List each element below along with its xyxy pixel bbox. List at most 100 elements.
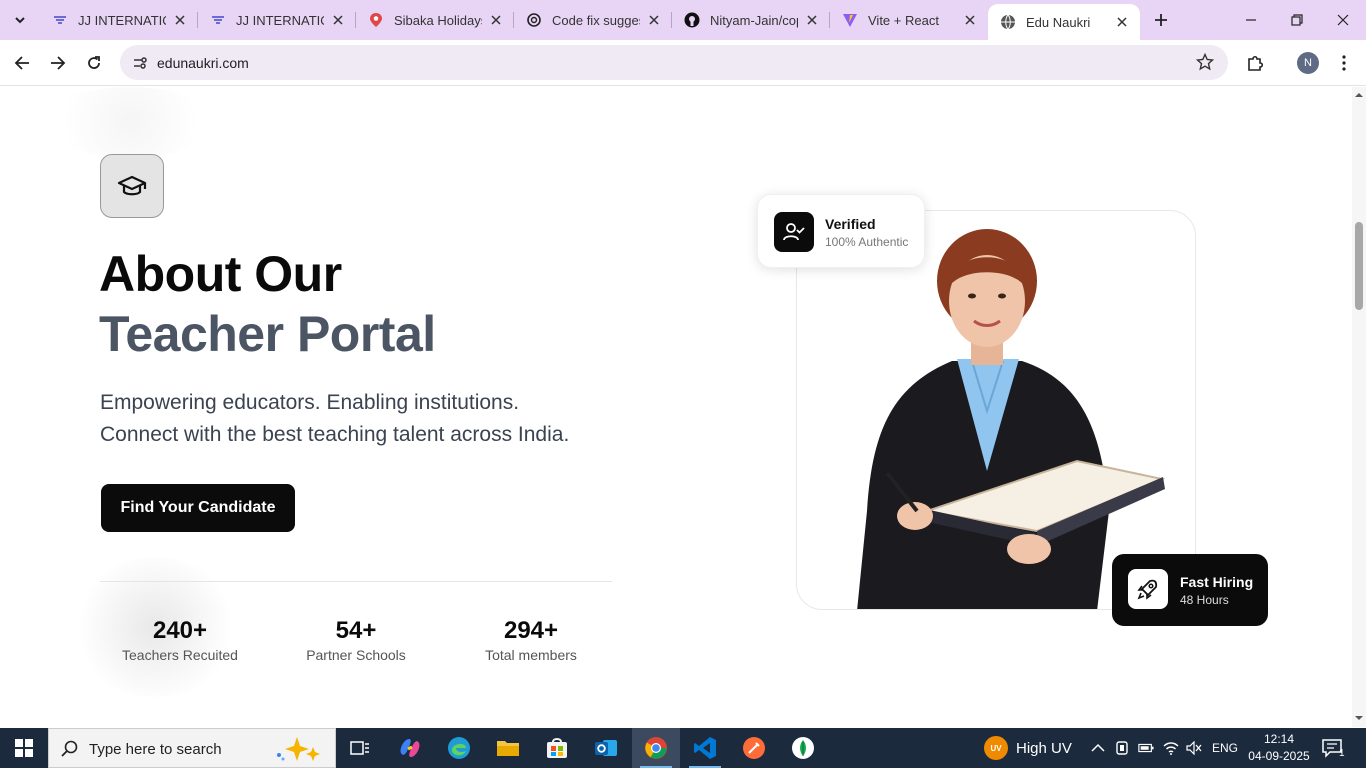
page-scrollbar[interactable] <box>1352 87 1366 727</box>
back-button[interactable] <box>8 49 36 77</box>
task-view-button[interactable] <box>336 728 384 768</box>
restore-button[interactable] <box>1274 0 1320 40</box>
scroll-up-icon[interactable] <box>1355 91 1363 99</box>
windows-taskbar: Type here to search UV High UV ENG 12:14… <box>0 728 1366 768</box>
copilot-app[interactable] <box>386 728 434 768</box>
minimize-button[interactable] <box>1228 0 1274 40</box>
browser-tab-1[interactable]: JJ INTERNATION <box>40 0 198 40</box>
browser-tab-5[interactable]: Nityam-Jain/cop <box>672 0 830 40</box>
scrollbar-thumb[interactable] <box>1355 222 1363 310</box>
browser-tab-4[interactable]: Code fix suggest <box>514 0 672 40</box>
stat-teachers: 240+ Teachers Recuited <box>110 617 250 663</box>
uv-weather-icon[interactable]: UV <box>984 736 1008 760</box>
leaf-icon <box>792 737 814 759</box>
close-icon[interactable] <box>1114 14 1130 30</box>
teacher-photo-card <box>796 210 1196 610</box>
notification-count: 1 <box>1339 748 1345 759</box>
stat-value: 54+ <box>335 617 377 644</box>
browser-tab-7-active[interactable]: Edu Naukri <box>988 4 1140 40</box>
page-description: Empowering educators. Enabling instituti… <box>100 391 570 446</box>
search-icon <box>61 740 78 757</box>
system-clock[interactable]: 12:14 04-09-2025 <box>1244 731 1314 765</box>
url-text[interactable]: edunaukri.com <box>157 55 249 71</box>
browser-tab-6[interactable]: Vite + React <box>830 0 988 40</box>
browser-tab-2[interactable]: JJ INTERNATION <box>198 0 356 40</box>
close-icon[interactable] <box>488 12 504 28</box>
volume-muted-icon[interactable] <box>1186 740 1202 756</box>
microsoft-store-app[interactable] <box>533 728 581 768</box>
profile-avatar[interactable]: N <box>1297 52 1319 74</box>
bookmark-star-icon[interactable] <box>1196 53 1214 71</box>
stat-members: 294+ Total members <box>461 617 601 663</box>
extensions-button[interactable] <box>1241 49 1269 77</box>
rocket-icon <box>1128 569 1168 609</box>
decorative-blur <box>40 87 220 157</box>
restore-icon <box>1291 14 1303 26</box>
address-bar[interactable]: edunaukri.com <box>120 45 1228 80</box>
verified-subtitle: 100% Authentic <box>825 235 909 249</box>
plus-icon <box>1155 14 1167 26</box>
browser-toolbar: edunaukri.com N <box>0 40 1366 86</box>
file-explorer-app[interactable] <box>484 728 532 768</box>
show-hidden-icons[interactable] <box>1090 740 1106 756</box>
find-candidate-button[interactable]: Find Your Candidate <box>101 484 295 532</box>
weather-text[interactable]: High UV <box>1016 740 1072 757</box>
vscode-icon <box>694 737 716 759</box>
new-tab-button[interactable] <box>1148 7 1174 33</box>
edge-app[interactable] <box>435 728 483 768</box>
close-icon[interactable] <box>330 12 346 28</box>
stat-value: 294+ <box>503 617 559 644</box>
openai-icon <box>526 12 542 28</box>
minimize-icon <box>1246 19 1256 21</box>
postman-app[interactable] <box>730 728 778 768</box>
browser-tab-3[interactable]: Sibaka Holidays <box>356 0 514 40</box>
close-window-button[interactable] <box>1320 0 1366 40</box>
vscode-app[interactable] <box>681 728 729 768</box>
mongodb-compass-app[interactable] <box>779 728 827 768</box>
stat-label: Partner Schools <box>306 647 406 663</box>
reload-button[interactable] <box>80 49 108 77</box>
tab-search-button[interactable] <box>6 6 34 34</box>
page-title-line2: Teacher Portal <box>99 306 436 362</box>
forward-button[interactable] <box>44 49 72 77</box>
start-button[interactable] <box>0 728 48 768</box>
windows-logo-icon <box>15 739 33 757</box>
jj-icon <box>210 12 226 28</box>
graduation-cap-badge <box>100 154 164 218</box>
outlook-icon <box>595 740 617 756</box>
tab-title: Nityam-Jain/cop <box>710 12 798 28</box>
reload-icon <box>88 56 100 69</box>
folder-icon <box>497 741 519 756</box>
input-language[interactable]: ENG <box>1212 741 1238 755</box>
clock-time: 12:14 <box>1263 732 1295 746</box>
meet-now-icon[interactable] <box>1114 740 1130 756</box>
close-icon[interactable] <box>172 12 188 28</box>
outlook-app[interactable] <box>582 728 630 768</box>
chrome-icon <box>645 737 667 759</box>
close-icon[interactable] <box>962 12 978 28</box>
page-title-line1: About Our <box>99 246 342 302</box>
scroll-down-icon[interactable] <box>1355 714 1363 722</box>
stat-schools: 54+ Partner Schools <box>286 617 426 663</box>
close-icon[interactable] <box>804 12 820 28</box>
user-check-icon <box>774 212 814 252</box>
fast-hiring-title: Fast Hiring <box>1180 574 1254 590</box>
page-content: About Our Teacher Portal Empowering educ… <box>0 87 1352 727</box>
copilot-sparkle-icon <box>277 737 320 761</box>
verified-title: Verified <box>825 216 876 232</box>
chevron-up-icon <box>1091 743 1105 752</box>
tab-title: JJ INTERNATION <box>236 12 324 28</box>
taskbar-search-box[interactable]: Type here to search <box>48 728 336 768</box>
close-icon <box>1337 14 1349 26</box>
wifi-icon[interactable] <box>1163 740 1179 756</box>
site-info-icon[interactable] <box>128 51 152 75</box>
fast-hiring-subtitle: 48 Hours <box>1180 593 1229 607</box>
chrome-app[interactable] <box>632 728 680 768</box>
search-placeholder: Type here to search <box>89 741 222 758</box>
browser-menu-button[interactable] <box>1330 49 1358 77</box>
battery-icon[interactable] <box>1138 740 1154 756</box>
store-icon <box>547 738 567 758</box>
browser-tab-strip: JJ INTERNATION JJ INTERNATION Sibaka Hol… <box>0 0 1366 40</box>
stat-value: 240+ <box>152 617 208 644</box>
close-icon[interactable] <box>646 12 662 28</box>
